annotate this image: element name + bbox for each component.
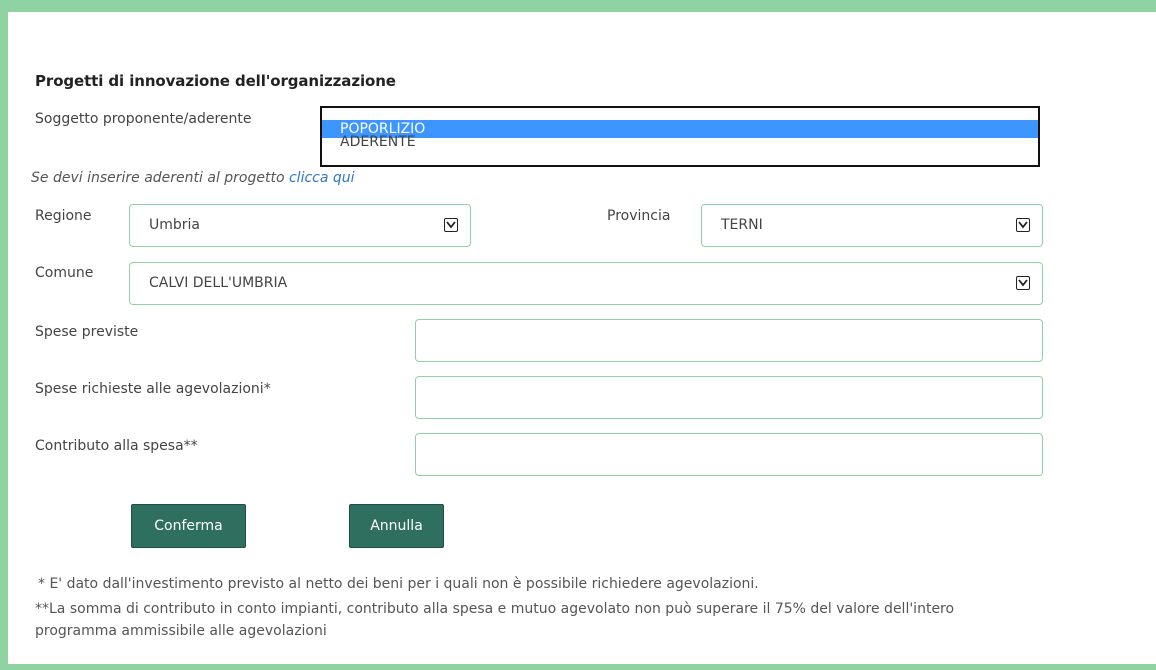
spese-richieste-label: Spese richieste alle agevolazioni* bbox=[35, 381, 271, 397]
chevron-down-icon[interactable] bbox=[444, 218, 458, 232]
chevron-down-icon[interactable] bbox=[1016, 276, 1030, 290]
spese-previste-label: Spese previste bbox=[35, 324, 139, 340]
listbox-option-aderente[interactable]: ADERENTE bbox=[322, 133, 1038, 151]
spese-previste-input[interactable] bbox=[415, 319, 1043, 362]
footnote-2: **La somma di contributo in conto impian… bbox=[35, 601, 955, 617]
regione-value: Umbria bbox=[149, 217, 200, 233]
confirm-button[interactable]: Conferma bbox=[131, 504, 246, 548]
comune-select[interactable]: CALVI DELL'UMBRIA bbox=[129, 262, 1043, 305]
footnote-2-continued: programma ammissibile alle agevolazioni bbox=[35, 623, 327, 639]
footnote-1: * E' dato dall'investimento previsto al … bbox=[38, 576, 759, 592]
hint-label: Se devi inserire aderenti al progetto bbox=[31, 170, 289, 186]
provincia-select[interactable]: TERNI bbox=[701, 204, 1043, 247]
contributo-label: Contributo alla spesa** bbox=[35, 438, 198, 454]
regione-label: Regione bbox=[35, 208, 92, 224]
spese-richieste-input[interactable] bbox=[415, 376, 1043, 419]
provincia-value: TERNI bbox=[721, 217, 763, 233]
provincia-label: Provincia bbox=[607, 208, 671, 224]
form-title: Progetti di innovazione dell'organizzazi… bbox=[35, 72, 396, 90]
clicca-qui-link[interactable]: clicca qui bbox=[289, 170, 355, 186]
regione-select[interactable]: Umbria bbox=[129, 204, 471, 247]
soggetto-listbox[interactable]: POPORLIZIO ADERENTE bbox=[320, 106, 1040, 167]
chevron-down-icon[interactable] bbox=[1016, 218, 1030, 232]
comune-value: CALVI DELL'UMBRIA bbox=[149, 275, 288, 291]
hint-text: Se devi inserire aderenti al progetto cl… bbox=[31, 170, 355, 186]
cancel-button[interactable]: Annulla bbox=[349, 504, 444, 548]
soggetto-label: Soggetto proponente/aderente bbox=[35, 111, 252, 127]
comune-label: Comune bbox=[35, 265, 94, 281]
contributo-input[interactable] bbox=[415, 433, 1043, 476]
